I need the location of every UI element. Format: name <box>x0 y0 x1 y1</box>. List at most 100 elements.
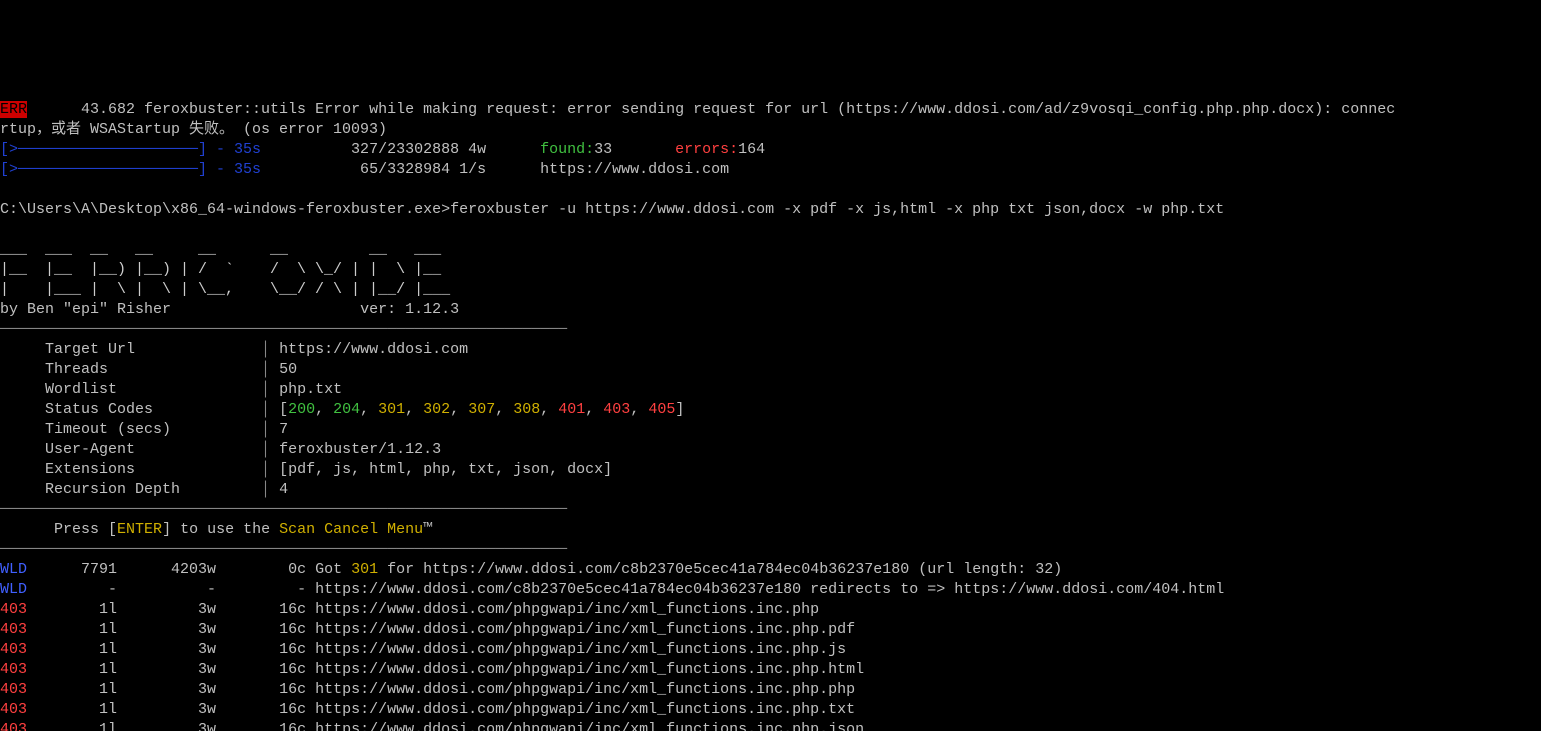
hr-top: ────────────────────────────────────────… <box>0 321 567 338</box>
result-lines-1: - <box>27 581 117 598</box>
banner-byline: by Ben "epi" Risher <box>0 301 360 318</box>
hr-bottom: ────────────────────────────────────────… <box>0 541 567 558</box>
banner-ascii-2: | |___ | \ | \ | \__, \__/ / \ | |__/ |_… <box>0 281 450 298</box>
config-sep-7: │ <box>261 481 279 498</box>
sc-comma: , <box>630 401 648 418</box>
config-sep-3: │ <box>261 401 279 418</box>
banner-ascii-0: ___ ___ __ __ __ __ __ ___ <box>0 241 441 258</box>
result-words-5: 3w <box>117 661 216 678</box>
config-val-5: feroxbuster/1.12.3 <box>279 441 441 458</box>
hint-open: [ <box>108 521 117 538</box>
result-tag-3: 403 <box>0 621 27 638</box>
result-lines-0: 7791 <box>27 561 117 578</box>
result-chars-1: - <box>216 581 315 598</box>
progress-bar-top-1: [>────────────────────] - 35s <box>0 161 270 178</box>
config-key-3: Status Codes <box>0 401 261 418</box>
result-url-8: https://www.ddosi.com/phpgwapi/inc/xml_f… <box>315 721 864 731</box>
config-sep-0: │ <box>261 341 279 358</box>
sc-comma: , <box>360 401 378 418</box>
result-url-6: https://www.ddosi.com/phpgwapi/inc/xml_f… <box>315 681 855 698</box>
result-url-7: https://www.ddosi.com/phpgwapi/inc/xml_f… <box>315 701 855 718</box>
config-val-2: php.txt <box>279 381 342 398</box>
config-key-0: Target Url <box>0 341 261 358</box>
result-tag-7: 403 <box>0 701 27 718</box>
result-code-0: 301 <box>351 561 378 578</box>
banner-ascii-1: |__ |__ |__) |__) | / ` / \ \_/ | | \ |_… <box>0 261 450 278</box>
result-url-5: https://www.ddosi.com/phpgwapi/inc/xml_f… <box>315 661 864 678</box>
result-url-3: https://www.ddosi.com/phpgwapi/inc/xml_f… <box>315 621 855 638</box>
status-code-403: 403 <box>603 401 630 418</box>
config-val-0: https://www.ddosi.com <box>279 341 468 358</box>
result-words-4: 3w <box>117 641 216 658</box>
result-tag-8: 403 <box>0 721 27 731</box>
hint-pre: Press <box>0 521 108 538</box>
sp <box>486 141 540 158</box>
progress-url-top-1: https://www.ddosi.com <box>486 161 729 178</box>
hint-close: ] <box>162 521 171 538</box>
status-code-302: 302 <box>423 401 450 418</box>
progress-count-top-1: 65/3328984 1/s <box>270 161 486 178</box>
config-val-6: [pdf, js, html, php, txt, json, docx] <box>279 461 612 478</box>
hint-enter-key[interactable]: ENTER <box>117 521 162 538</box>
config-val-7: 4 <box>279 481 288 498</box>
status-code-401: 401 <box>558 401 585 418</box>
result-url-4: https://www.ddosi.com/phpgwapi/inc/xml_f… <box>315 641 846 658</box>
config-key-7: Recursion Depth <box>0 481 261 498</box>
progress-bar-top-0: [>────────────────────] - 35s <box>0 141 270 158</box>
config-key-5: User-Agent <box>0 441 261 458</box>
result-tag-1: WLD <box>0 581 27 598</box>
errors-label-top: errors: <box>675 141 738 158</box>
result-chars-7: 16c <box>216 701 315 718</box>
errors-value-top: 164 <box>738 141 765 158</box>
status-code-307: 307 <box>468 401 495 418</box>
result-chars-0: 0c <box>216 561 315 578</box>
status-code-405: 405 <box>648 401 675 418</box>
result-tag-6: 403 <box>0 681 27 698</box>
result-url-2: https://www.ddosi.com/phpgwapi/inc/xml_f… <box>315 601 819 618</box>
config-key-4: Timeout (secs) <box>0 421 261 438</box>
error-line2: rtup，或者 WSAStartup 失败。 (os error 10093) <box>0 121 387 138</box>
config-sep-5: │ <box>261 441 279 458</box>
sc-comma: , <box>450 401 468 418</box>
config-key-1: Threads <box>0 361 261 378</box>
hr-mid: ────────────────────────────────────────… <box>0 501 567 518</box>
status-code-308: 308 <box>513 401 540 418</box>
result-lines-8: 1l <box>27 721 117 731</box>
result-url-0: for https://www.ddosi.com/c8b2370e5cec41… <box>378 561 1062 578</box>
result-chars-3: 16c <box>216 621 315 638</box>
config-sep-2: │ <box>261 381 279 398</box>
banner-version: ver: 1.12.3 <box>360 301 459 318</box>
result-lines-4: 1l <box>27 641 117 658</box>
result-chars-4: 16c <box>216 641 315 658</box>
sc-comma: , <box>315 401 333 418</box>
result-tag-2: 403 <box>0 601 27 618</box>
result-lines-7: 1l <box>27 701 117 718</box>
result-chars-5: 16c <box>216 661 315 678</box>
shell-prompt-path: C:\Users\A\Desktop\x86_64-windows-feroxb… <box>0 201 450 218</box>
status-code-200: 200 <box>288 401 315 418</box>
result-tag-4: 403 <box>0 641 27 658</box>
result-words-3: 3w <box>117 621 216 638</box>
hint-mid: to use the <box>171 521 279 538</box>
sc-comma: , <box>495 401 513 418</box>
config-sep-6: │ <box>261 461 279 478</box>
config-sep-4: │ <box>261 421 279 438</box>
result-words-8: 3w <box>117 721 216 731</box>
sc-close: ] <box>675 401 684 418</box>
found-label-top: found: <box>540 141 594 158</box>
shell-command[interactable]: feroxbuster -u https://www.ddosi.com -x … <box>450 201 1224 218</box>
result-lines-6: 1l <box>27 681 117 698</box>
result-lines-3: 1l <box>27 621 117 638</box>
result-words-0: 4203w <box>117 561 216 578</box>
blank <box>0 221 9 238</box>
error-badge: ERR <box>0 101 27 118</box>
blank <box>0 181 9 198</box>
result-words-2: 3w <box>117 601 216 618</box>
result-words-7: 3w <box>117 701 216 718</box>
sc-comma: , <box>585 401 603 418</box>
result-chars-8: 16c <box>216 721 315 731</box>
config-val-1: 50 <box>279 361 297 378</box>
result-lines-5: 1l <box>27 661 117 678</box>
result-chars-2: 16c <box>216 601 315 618</box>
error-line1: 43.682 feroxbuster::utils Error while ma… <box>27 101 1395 118</box>
